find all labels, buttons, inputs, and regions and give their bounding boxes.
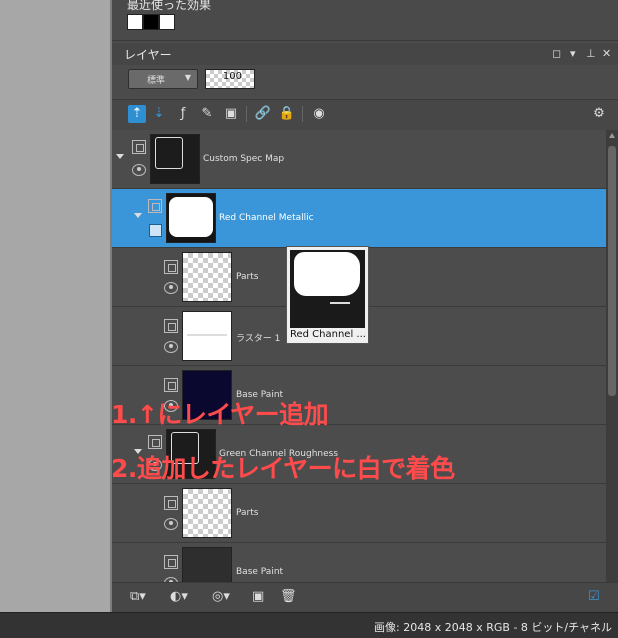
palette-icon[interactable]: ◉	[310, 105, 328, 123]
status-bar: 画像: 2048 x 2048 x RGB - 8 ビット/チャネル	[0, 612, 618, 638]
image-info: 画像: 2048 x 2048 x RGB - 8 ビット/チャネル	[374, 621, 612, 634]
opacity-value: 100	[222, 71, 242, 82]
layer-thumbnail	[182, 547, 232, 582]
layer-name: Base Paint	[236, 567, 284, 577]
panel-menu-icon[interactable]: ▾	[570, 47, 576, 60]
edit-selection-icon[interactable]: ✎	[198, 105, 216, 123]
raster-layer-icon	[164, 378, 178, 392]
mask-menu-icon[interactable]: ◎▾	[212, 589, 230, 604]
raster-layer-icon	[164, 496, 178, 510]
layer-group-icon	[148, 199, 162, 213]
lock-icon[interactable]: 🔒	[278, 105, 296, 123]
layer-thumbnail	[150, 134, 200, 184]
link-icon[interactable]: 🔗	[254, 105, 272, 123]
blend-mode-value: 標準	[147, 76, 166, 86]
blend-row: 標準 ▼ 100	[112, 66, 618, 96]
tooltip-thumbnail	[290, 250, 365, 328]
recent-effects: 最近使った効果	[112, 0, 618, 41]
visibility-icon[interactable]	[132, 164, 146, 176]
recent-effect-swatch-white[interactable]	[159, 14, 175, 30]
blend-mode-select[interactable]: 標準 ▼	[128, 69, 198, 89]
layer-row[interactable]: Parts	[112, 484, 606, 543]
workspace-background	[0, 0, 111, 612]
new-layer-below-icon[interactable]: ⇣	[150, 105, 168, 123]
expand-caret-icon[interactable]	[116, 154, 124, 159]
layer-panel-title: レイヤー	[124, 48, 172, 62]
layer-group-icon	[132, 140, 146, 154]
layer-panel-header: レイヤー ◻ ▾ ⊥ ✕	[112, 43, 618, 65]
raster-layer-icon	[164, 319, 178, 333]
raster-layer-icon	[164, 260, 178, 274]
layer-effect-icon[interactable]: ƒ	[174, 105, 192, 123]
tooltip-label: Red Channel ...	[290, 329, 366, 340]
new-layer-menu-icon[interactable]: ⧉▾	[130, 589, 146, 604]
layer-name: ラスター 1	[236, 334, 281, 344]
duplicate-layer-icon[interactable]: ▣	[252, 589, 264, 604]
recent-effects-swatches	[127, 14, 175, 30]
layer-list: Custom Spec Map Red Channel Metallic Par…	[112, 130, 606, 582]
visibility-icon[interactable]	[164, 282, 178, 294]
raster-layer-icon	[164, 555, 178, 569]
recent-effect-swatch-white[interactable]	[127, 14, 143, 30]
scroll-up-icon[interactable]	[609, 133, 615, 138]
properties-icon[interactable]: ☑	[588, 589, 600, 604]
layer-name: Parts	[236, 272, 259, 282]
annotation-step-2: 2.追加したレイヤーに白で着色	[111, 454, 455, 483]
delete-layer-icon[interactable]: 🗑	[280, 589, 297, 604]
annotation-step-1: 1.↑にレイヤー追加	[111, 400, 329, 429]
new-layer-above-icon[interactable]: ⇡	[128, 105, 146, 123]
visibility-icon[interactable]	[164, 518, 178, 530]
layer-scrollbar[interactable]	[606, 130, 618, 582]
visibility-icon[interactable]	[164, 341, 178, 353]
pin-icon[interactable]: ⊥	[586, 47, 596, 60]
layer-thumbnail	[166, 193, 216, 243]
expand-caret-icon[interactable]	[134, 213, 142, 218]
layer-thumbnail	[182, 488, 232, 538]
layer-checkbox[interactable]	[149, 224, 162, 237]
chevron-down-icon: ▼	[184, 73, 191, 82]
mask-icon[interactable]: ▣	[222, 105, 240, 123]
layer-bottom-toolbar: ⧉▾ ◐▾ ◎▾ ▣ 🗑 ☑	[112, 582, 618, 613]
layer-row-selected[interactable]: Red Channel Metallic	[112, 189, 606, 248]
close-icon[interactable]: ✕	[602, 47, 611, 60]
scrollbar-thumb[interactable]	[608, 146, 616, 396]
toolbar-separator	[246, 106, 247, 122]
layer-preview-tooltip: Red Channel ...	[286, 246, 369, 344]
maximize-icon[interactable]: ◻	[552, 47, 561, 60]
recent-effect-swatch-black[interactable]	[143, 14, 159, 30]
layer-name: Custom Spec Map	[203, 154, 285, 164]
adjustment-layer-icon[interactable]: ◐▾	[170, 589, 188, 604]
layer-name: Parts	[236, 508, 259, 518]
toolbar-separator	[302, 106, 303, 122]
layer-thumbnail	[182, 252, 232, 302]
layer-name: Red Channel Metallic	[219, 213, 314, 223]
recent-effects-label: 最近使った効果	[127, 0, 212, 12]
layer-row[interactable]: Custom Spec Map	[112, 130, 606, 189]
layer-group-icon	[148, 435, 162, 449]
opacity-field[interactable]: 100	[205, 69, 255, 89]
layer-thumbnail	[182, 311, 232, 361]
layer-toolbar: ⇡ ⇣ ƒ ✎ ▣ 🔗 🔒 ◉ ⚙	[112, 99, 618, 131]
layer-row[interactable]: Base Paint	[112, 543, 606, 582]
layer-options-icon[interactable]: ⚙	[590, 105, 608, 123]
